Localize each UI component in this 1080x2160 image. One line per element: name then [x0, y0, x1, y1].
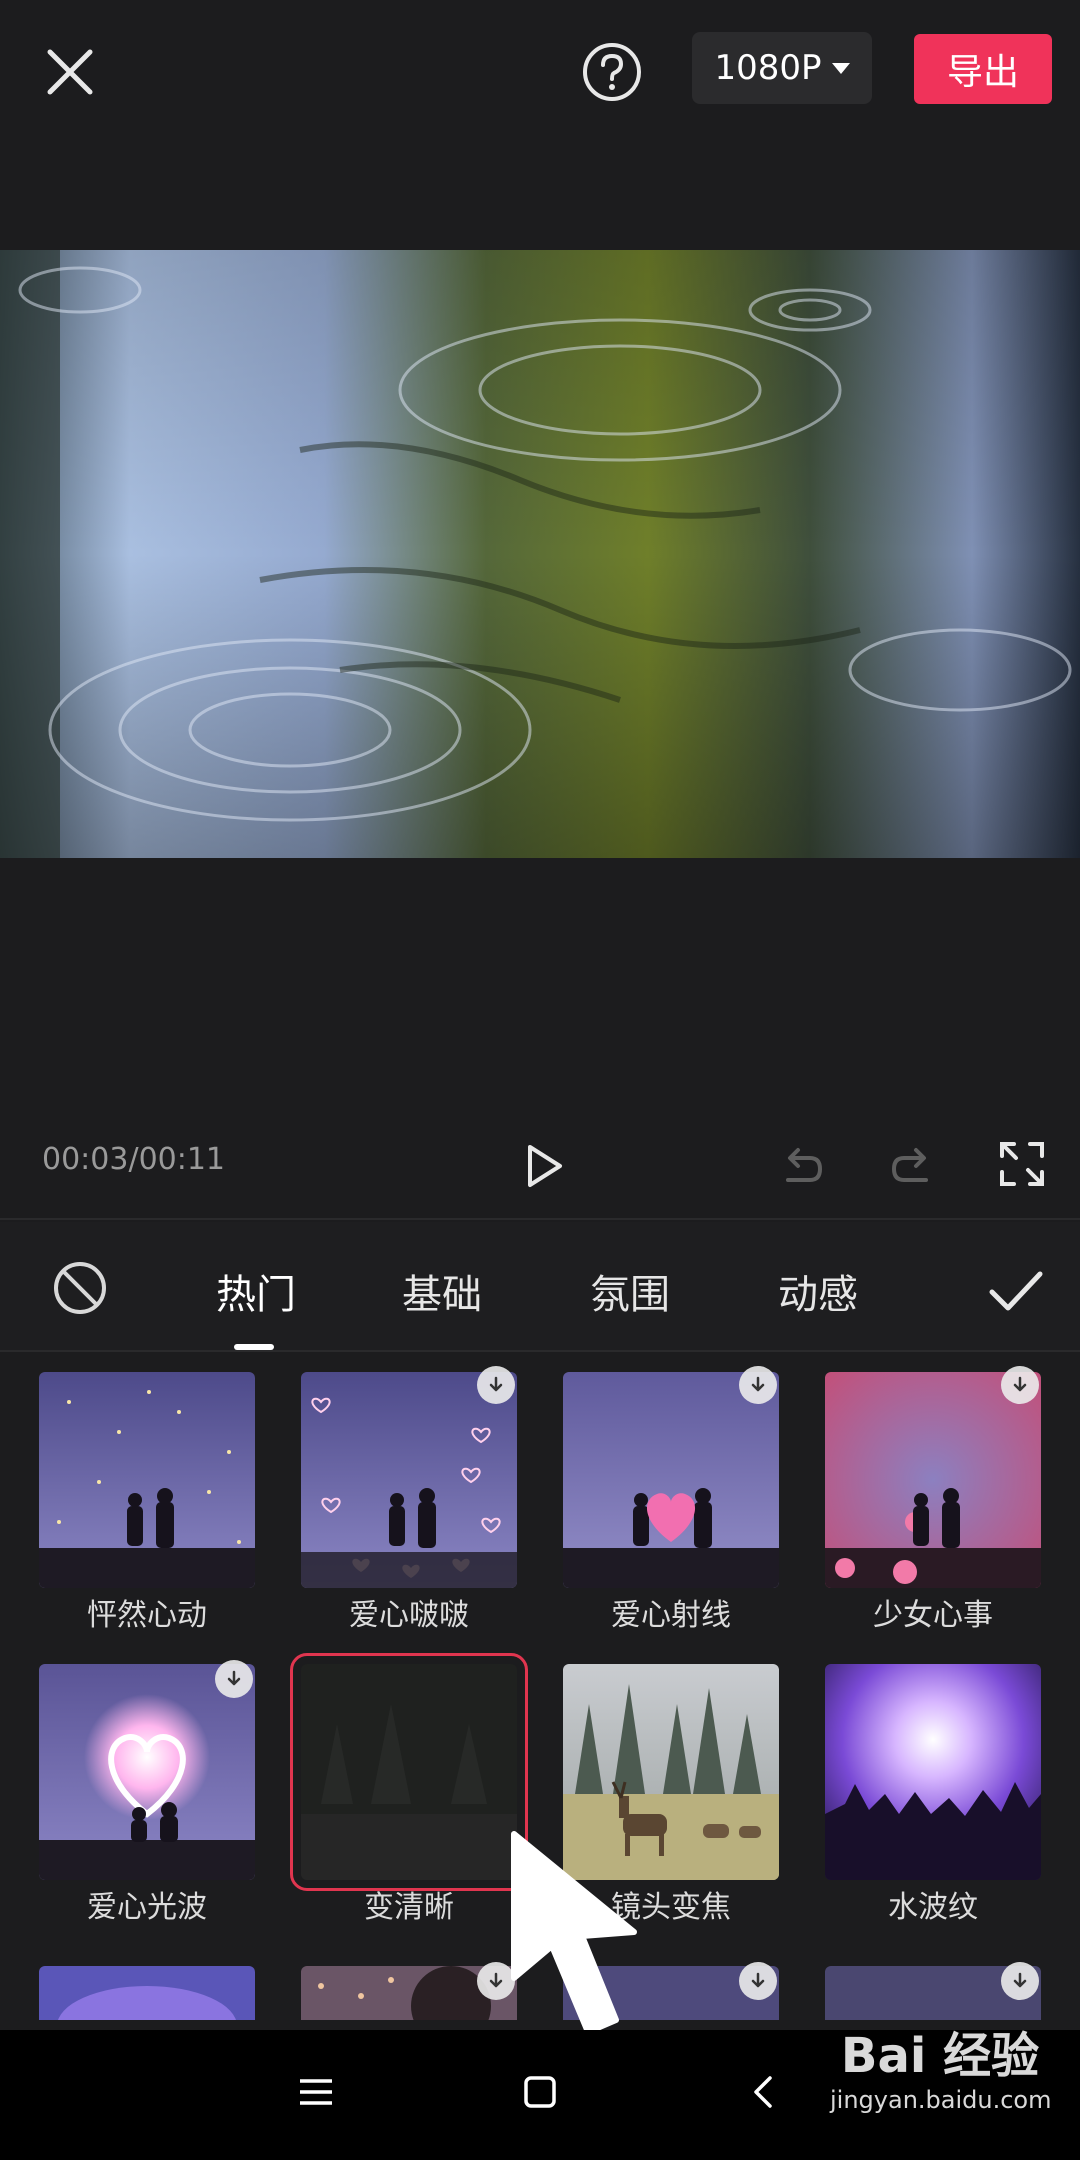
effect-label: 变清晰	[364, 1890, 454, 1925]
prohibit-icon[interactable]	[52, 1260, 108, 1316]
water-ripple-preview-image	[0, 250, 1080, 858]
effect-thumb-heart-ray[interactable]	[563, 1372, 779, 1588]
undo-icon[interactable]	[778, 1142, 826, 1190]
caret-down-icon	[831, 62, 850, 74]
effect-label: 少女心事	[873, 1598, 993, 1633]
tab-dynamic[interactable]: 动感	[778, 1262, 858, 1320]
tab-basic[interactable]: 基础	[402, 1262, 482, 1320]
player-controls: 00:03/00:11	[0, 1120, 1080, 1210]
effect-thumb-starry-couple[interactable]	[39, 1372, 255, 1588]
playback-time: 00:03/00:11	[42, 1142, 226, 1177]
tab-hot[interactable]: 热门	[216, 1262, 296, 1320]
check-icon[interactable]	[988, 1262, 1044, 1318]
effect-label: 爱心射线	[611, 1598, 731, 1633]
effect-label: 水波纹	[888, 1890, 978, 1925]
divider	[0, 1218, 1080, 1220]
watermark: Bai 经验 jingyan.baidu.com	[830, 2016, 1052, 2114]
back-icon[interactable]	[746, 2074, 782, 2110]
resolution-dropdown[interactable]: 1080P	[692, 32, 872, 104]
tab-atmosphere[interactable]: 氛围	[590, 1262, 670, 1320]
download-icon[interactable]	[1001, 1366, 1039, 1404]
effect-thumb-hearts-couple[interactable]	[301, 1372, 517, 1588]
effect-label: 爱心光波	[87, 1890, 207, 1925]
redo-icon[interactable]	[888, 1142, 936, 1190]
download-icon[interactable]	[477, 1366, 515, 1404]
effect-thumb-dark-blur[interactable]	[290, 1653, 528, 1891]
play-icon[interactable]	[520, 1142, 568, 1190]
download-icon[interactable]	[215, 1660, 253, 1698]
menu-icon[interactable]	[298, 2074, 334, 2110]
effect-label: 爱心啵啵	[349, 1598, 469, 1633]
download-icon[interactable]	[1001, 1962, 1039, 2000]
download-icon[interactable]	[739, 1366, 777, 1404]
watermark-url: jingyan.baidu.com	[830, 2086, 1052, 2114]
effect-label: 怦然心动	[87, 1598, 207, 1633]
effect-thumb-glow-heart[interactable]	[39, 1664, 255, 1880]
effect-thumb[interactable]	[39, 1966, 255, 2020]
download-icon[interactable]	[739, 1962, 777, 2000]
effect-thumb-pink-couple[interactable]	[825, 1372, 1041, 1588]
resolution-label: 1080P	[714, 48, 822, 88]
help-icon[interactable]	[580, 40, 644, 104]
watermark-logo: Bai 经验	[840, 2028, 1040, 2084]
video-preview[interactable]	[0, 250, 1080, 858]
home-icon[interactable]	[522, 2074, 558, 2110]
export-button[interactable]: 导出	[914, 34, 1052, 104]
top-bar: 1080P 导出	[0, 0, 1080, 140]
mouse-pointer-icon	[511, 1831, 637, 2035]
effect-thumb-concert[interactable]	[825, 1664, 1041, 1880]
fullscreen-icon[interactable]	[998, 1140, 1046, 1188]
close-icon[interactable]	[40, 42, 100, 102]
effect-category-tabs: 热门 基础 氛围 动感	[0, 1222, 1080, 1350]
